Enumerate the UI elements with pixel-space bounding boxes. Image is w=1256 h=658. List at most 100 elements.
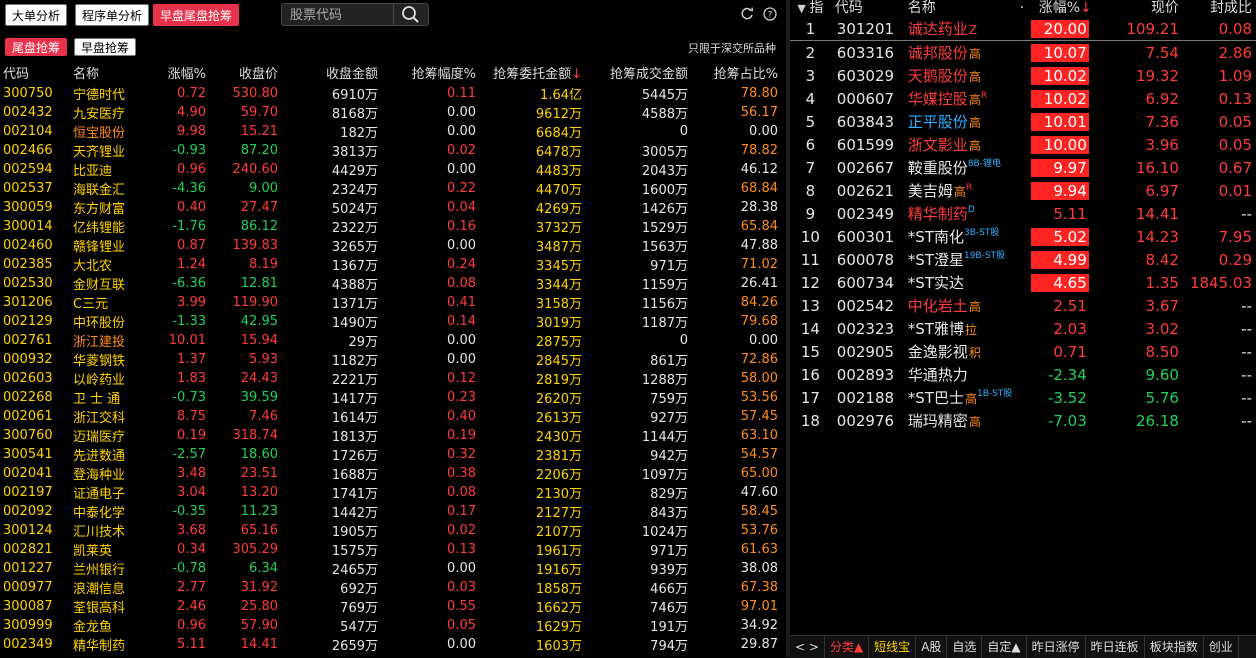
tab-early-late-grab[interactable]: 早盘尾盘抢筹 (153, 4, 240, 26)
table-row[interactable]: 300124 汇川技术 3.68 65.16 1905万 0.02 2107万 1024万 53… (0, 521, 786, 540)
grab-ratio: 47.88 (740, 238, 778, 253)
tab-category[interactable]: 分类▲ (825, 636, 870, 658)
col-grab-deal[interactable]: 抢筹成交金额 (590, 60, 696, 84)
tab-program-order[interactable]: 程序单分析 (75, 4, 150, 26)
table-row[interactable]: 300087 荃银高科 2.46 25.80 769万 0.55 1662万 746万 97.0… (0, 597, 786, 616)
table-row[interactable]: 5 603843 正平股份高 10.01 7.36 0.05 (790, 110, 1256, 133)
table-row[interactable]: 002761 浙江建投 10.01 15.94 29万 0.00 2875万 0 0.00 (0, 331, 786, 350)
table-row[interactable]: 300541 先进数通 -2.57 18.60 1726万 0.32 2381万 942万 54… (0, 445, 786, 464)
stock-name: 诚达药业 (907, 20, 968, 38)
table-row[interactable]: 000932 华菱钢铁 1.37 5.93 1182万 0.00 2845万 861万 72.8… (0, 350, 786, 369)
table-row[interactable]: 002197 证通电子 3.04 13.20 1741万 0.08 2130万 829万 47.… (0, 483, 786, 502)
table-row[interactable]: 15 002905 金逸影视积 0.71 8.50 -- (790, 340, 1256, 363)
tab-custom[interactable]: 自定▲ (982, 636, 1027, 658)
grab-deal-amount: 1563万 (641, 240, 688, 255)
change-pct: 5.11 (177, 637, 206, 652)
table-row[interactable]: 001227 兰州银行 -0.78 6.34 2465万 0.00 1916万 939万 38.… (0, 559, 786, 578)
col-code[interactable]: 代码 (0, 60, 70, 84)
table-row[interactable]: 300760 迈瑞医疗 0.19 318.74 1813万 0.19 2430万 1144万 6… (0, 426, 786, 445)
col-code[interactable]: 代码 (831, 0, 904, 17)
table-row[interactable]: 17 002188 *ST巴士高1B-ST股 -3.52 5.76 -- (790, 386, 1256, 409)
table-row[interactable]: 002460 赣锋锂业 0.87 139.83 3265万 0.00 3487万 1563万 4… (0, 236, 786, 255)
table-row[interactable]: 300750 宁德时代 0.72 530.80 6910万 0.11 1.64亿 5445万 7… (0, 84, 786, 103)
col-grab-range[interactable]: 抢筹幅度% (386, 60, 484, 84)
col-index[interactable]: ▼ 指 (790, 0, 831, 17)
table-row[interactable]: 002349 精华制药 5.11 14.41 2659万 0.00 1603万 794万 29.… (0, 635, 786, 654)
table-row[interactable]: 16 002893 华通热力 -2.34 9.60 -- (790, 363, 1256, 386)
table-row[interactable]: 12 600734 *ST实达 4.65 1.35 1845.03 (790, 271, 1256, 294)
table-row[interactable]: 002104 恒宝股份 9.98 15.21 182万 0.00 6684万 0 0.00 (0, 122, 786, 141)
table-row[interactable]: 2 603316 诚邦股份高 10.07 7.54 2.86 (790, 41, 1256, 65)
table-row[interactable]: 300999 金龙鱼 0.96 57.90 547万 0.05 1629万 191万 34.92 (0, 616, 786, 635)
table-row[interactable]: 002432 九安医疗 4.90 59.70 8168万 0.00 9612万 4588万 56… (0, 103, 786, 122)
table-row[interactable]: 002466 天齐锂业 -0.93 87.20 3813万 0.02 6478万 3005万 7… (0, 141, 786, 160)
table-row[interactable]: 002537 海联金汇 -4.36 9.00 2324万 0.22 4470万 1600万 68… (0, 179, 786, 198)
col-name[interactable]: 名称 (904, 0, 1018, 17)
sort-desc-icon: ↓ (1080, 0, 1092, 16)
table-row[interactable]: 14 002323 *ST雅博拉 2.03 3.02 -- (790, 317, 1256, 340)
refresh-icon[interactable] (740, 6, 754, 20)
grab-range: 0.00 (447, 162, 476, 177)
grab-order-amount: 9612万 (535, 107, 582, 122)
table-row[interactable]: 002268 卫 士 通 -0.73 39.59 1417万 0.23 2620万 759万 5… (0, 388, 786, 407)
help-icon[interactable]: ? (763, 6, 777, 21)
tab-big-order[interactable]: 大单分析 (5, 4, 68, 26)
table-row[interactable]: 3 603029 天鹅股份高 10.02 19.32 1.09 (790, 64, 1256, 87)
col-grab-ratio[interactable]: 抢筹占比% (696, 60, 786, 84)
table-row[interactable]: 11 600078 *ST澄星19B-ST股 4.99 8.42 0.29 (790, 248, 1256, 271)
subtab-early-grab[interactable]: 早盘抢筹 (74, 38, 137, 56)
table-row[interactable]: 300059 东方财富 0.40 27.47 5024万 0.04 4269万 1426万 28… (0, 198, 786, 217)
table-row[interactable]: 002530 金财互联 -6.36 12.81 4388万 0.08 3344万 1159万 2… (0, 274, 786, 293)
table-row[interactable]: 000977 浪潮信息 2.77 31.92 692万 0.03 1858万 466万 67.3… (0, 578, 786, 597)
table-row[interactable]: 1 301201 诚达药业Z 20.00 109.21 0.08 (790, 17, 1256, 41)
table-row[interactable]: 8 002621 美吉姆高R 9.94 6.97 0.01 (790, 179, 1256, 202)
row-index: 10 (800, 227, 820, 246)
grab-order-amount: 1961万 (535, 544, 582, 559)
table-row[interactable]: 10 600301 *ST南化3B-ST股 5.02 14.23 7.95 (790, 225, 1256, 248)
table-row[interactable]: 7 002667 鞍重股份8B-锂电 9.97 16.10 0.67 (790, 156, 1256, 179)
table-row[interactable]: 301206 C三元 3.99 119.90 1371万 0.41 3158万 1156万 84… (0, 293, 786, 312)
tab-yesterday-limit-up[interactable]: 昨日涨停 (1027, 636, 1086, 658)
tab-watchlist[interactable]: 自选 (947, 636, 983, 658)
search-icon[interactable] (393, 3, 428, 26)
table-row[interactable]: 6 601599 浙文影业高 10.00 3.96 0.05 (790, 133, 1256, 156)
table-row[interactable]: 002092 中泰化学 -0.35 11.23 1442万 0.17 2127万 843万 58… (0, 502, 786, 521)
change-pct: 4.90 (177, 105, 206, 120)
table-row[interactable]: 002603 以岭药业 1.83 24.43 2221万 0.12 2819万 1288万 58… (0, 369, 786, 388)
grab-range: 0.38 (447, 466, 476, 481)
search-input[interactable] (288, 6, 398, 25)
table-row[interactable]: 002061 浙江交科 8.75 7.46 1614万 0.40 2613万 927万 57.4… (0, 407, 786, 426)
table-row[interactable]: 9 002349 精华制药D 5.11 14.41 -- (790, 202, 1256, 225)
table-row[interactable]: 002385 大北农 1.24 8.19 1367万 0.24 3345万 971万 71.02 (0, 255, 786, 274)
table-row[interactable]: 002041 登海种业 3.48 23.51 1688万 0.38 2206万 1097万 65… (0, 464, 786, 483)
subtab-late-grab[interactable]: 尾盘抢筹 (5, 38, 68, 56)
table-row[interactable]: 002594 比亚迪 0.96 240.60 4429万 0.00 4483万 2043万 46… (0, 160, 786, 179)
change-pct-cell: 5.11 (1026, 202, 1093, 225)
table-row[interactable]: 4 000607 华媒控股高R 10.02 6.92 0.13 (790, 87, 1256, 110)
concept-label: 8B-锂电 (967, 159, 1001, 169)
change-pct: 9.97 (1030, 158, 1089, 177)
col-pct[interactable]: 涨幅%↓ (1026, 0, 1093, 17)
table-row[interactable]: 300014 亿纬锂能 -1.76 86.12 2322万 0.16 3732万 1529万 6… (0, 217, 786, 236)
col-name[interactable]: 名称 (70, 60, 152, 84)
dot-cell (1018, 271, 1027, 294)
col-close-amount[interactable]: 收盘金额 (286, 60, 386, 84)
tab-short-line[interactable]: 短线宝 (869, 636, 917, 658)
col-seal-ratio[interactable]: 封成比 (1183, 0, 1256, 17)
tab-a-share[interactable]: A股 (916, 636, 948, 658)
col-price[interactable]: 现价 (1093, 0, 1183, 17)
col-close[interactable]: 收盘价 (214, 60, 286, 84)
change-pct-cell: 10.07 (1026, 41, 1093, 65)
table-row[interactable]: 18 002976 瑞玛精密高 -7.03 26.18 -- (790, 409, 1256, 432)
nav-arrows[interactable]: < > (790, 636, 825, 658)
tab-yesterday-consecutive[interactable]: 昨日连板 (1086, 636, 1145, 658)
col-pct[interactable]: 涨幅% (152, 60, 214, 84)
dot-cell (1018, 179, 1027, 202)
tab-sector-index[interactable]: 板块指数 (1145, 636, 1204, 658)
table-row[interactable]: 13 002542 中化岩土高 2.51 3.67 -- (790, 294, 1256, 317)
col-grab-order[interactable]: 抢筹委托金额↓ (484, 60, 590, 84)
table-row[interactable]: 002821 凯莱英 0.34 305.29 1575万 0.13 1961万 971万 61.… (0, 540, 786, 559)
tab-chinext[interactable]: 创业 (1204, 636, 1239, 658)
change-pct-cell: -2.34 (1026, 363, 1093, 386)
table-row[interactable]: 002129 中环股份 -1.33 42.95 1490万 0.14 3019万 1187万 7… (0, 312, 786, 331)
